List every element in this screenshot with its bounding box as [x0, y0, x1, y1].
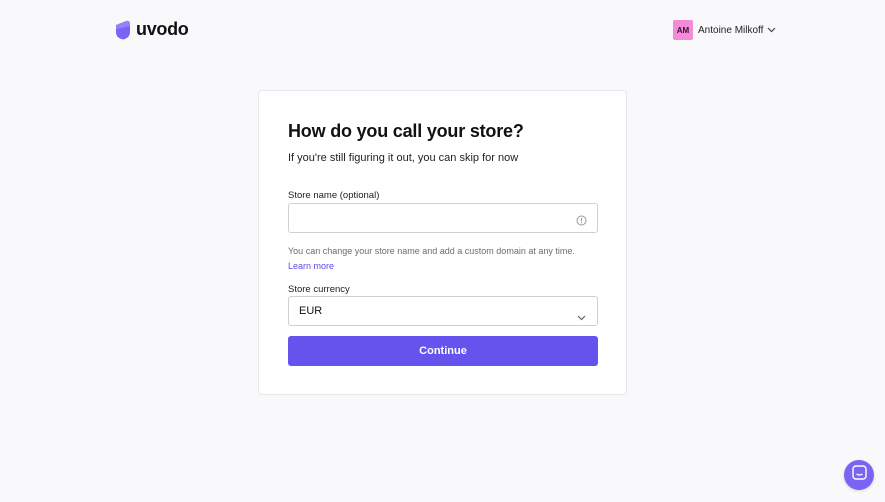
user-name: Antoine Milkoff [698, 24, 764, 36]
store-currency-label: Store currency [288, 284, 350, 295]
logo-text: uvodo [136, 19, 189, 39]
store-name-field [288, 203, 598, 233]
logo[interactable]: uvodo [115, 19, 189, 40]
chevron-down-icon [577, 308, 586, 326]
store-name-helper: You can change your store name and add a… [288, 246, 575, 256]
learn-more-link[interactable]: Learn more [288, 259, 334, 274]
store-name-label: Store name (optional) [288, 190, 380, 201]
user-menu[interactable]: AM Antoine Milkoff [673, 20, 776, 40]
chat-icon [851, 465, 867, 485]
currency-value: EUR [299, 305, 323, 317]
continue-button[interactable]: Continue [288, 336, 598, 366]
page-subtitle: If you're still figuring it out, you can… [288, 152, 519, 164]
avatar: AM [673, 20, 693, 40]
page-title: How do you call your store? [288, 121, 524, 141]
store-setup-card: How do you call your store? If you're st… [258, 90, 627, 395]
shield-logo-icon [115, 20, 131, 40]
chat-support-button[interactable] [844, 460, 874, 490]
store-name-input[interactable] [289, 204, 597, 232]
page: uvodo AM Antoine Milkoff How do you call… [0, 0, 885, 502]
info-icon[interactable] [576, 213, 587, 231]
store-currency-select[interactable]: EUR [288, 296, 598, 326]
chevron-down-icon [767, 27, 776, 33]
